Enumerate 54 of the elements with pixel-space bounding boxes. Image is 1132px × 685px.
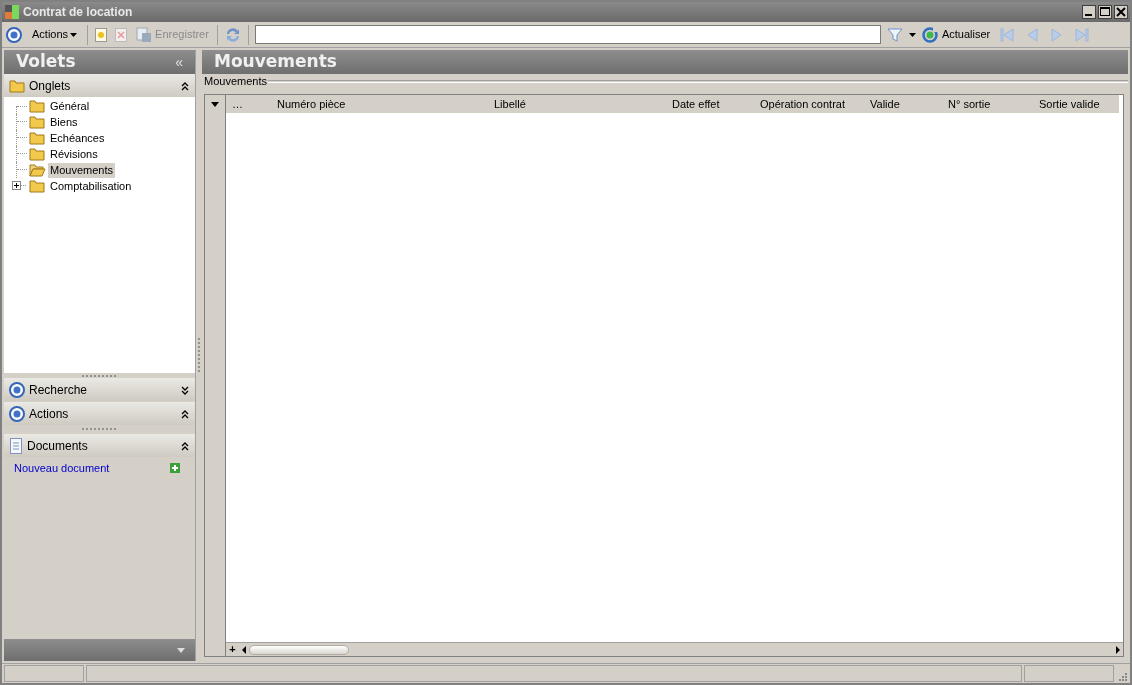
minimize-button[interactable] xyxy=(1082,5,1096,19)
scroll-right-icon[interactable] xyxy=(1113,643,1123,656)
filter-icon[interactable] xyxy=(886,26,903,43)
scroll-thumb[interactable] xyxy=(249,644,349,655)
new-document-icon[interactable] xyxy=(94,27,109,42)
column-header[interactable]: Valide xyxy=(864,95,942,113)
app-menu-icon[interactable] xyxy=(6,26,22,43)
new-document-link[interactable]: Nouveau document xyxy=(14,459,110,477)
resize-grip-icon[interactable] xyxy=(1116,670,1128,682)
tree-item[interactable]: Mouvements xyxy=(48,162,115,178)
column-header[interactable]: Date effet xyxy=(666,95,754,113)
section-header[interactable]: Documents xyxy=(4,434,195,457)
search-field[interactable] xyxy=(254,25,881,44)
document-icon xyxy=(9,437,23,454)
group-label: Mouvements xyxy=(203,73,268,89)
folder-icon xyxy=(9,77,25,94)
actions-menu[interactable]: Actions xyxy=(28,24,82,45)
panel-title: Volets xyxy=(16,50,76,74)
folder-icon xyxy=(29,178,46,194)
ring-icon xyxy=(9,405,25,422)
caret-icon[interactable] xyxy=(908,32,916,37)
window-title: Contrat de location xyxy=(23,4,133,21)
column-header[interactable]: Libellé xyxy=(488,95,666,113)
folder-icon xyxy=(29,146,46,162)
caret-icon[interactable] xyxy=(211,101,219,107)
page-title: Mouvements xyxy=(214,50,337,74)
refresh-button[interactable]: Actualiser xyxy=(921,24,991,45)
tree-item[interactable]: Echéances xyxy=(48,130,107,146)
section-header[interactable]: Recherche xyxy=(4,378,195,401)
add-icon[interactable] xyxy=(170,463,180,473)
tree-item[interactable]: Révisions xyxy=(48,146,100,162)
column-header[interactable]: … xyxy=(226,95,271,113)
splitter-grip[interactable] xyxy=(81,427,118,430)
section-header[interactable]: Actions xyxy=(4,402,195,425)
ring-icon xyxy=(9,381,25,398)
section-header[interactable]: Onglets xyxy=(4,74,195,97)
maximize-button[interactable] xyxy=(1098,5,1112,19)
add-row-button[interactable]: + xyxy=(226,643,239,656)
folder-icon xyxy=(29,130,46,146)
splitter-grip[interactable] xyxy=(81,374,118,377)
save-icon xyxy=(136,26,153,43)
folder-icon xyxy=(29,114,46,130)
app-icon xyxy=(4,4,20,20)
column-header[interactable]: N° sortie xyxy=(942,95,1033,113)
tree-item[interactable]: Biens xyxy=(48,114,80,130)
column-header[interactable]: Sortie valide xyxy=(1033,95,1113,113)
tree-item[interactable]: Général xyxy=(48,98,92,114)
open-folder-icon xyxy=(29,162,46,178)
tree-item[interactable]: Comptabilisation xyxy=(48,178,134,194)
column-header[interactable]: Opération contrat xyxy=(754,95,864,113)
close-button[interactable] xyxy=(1114,5,1128,19)
caret-icon xyxy=(70,32,78,37)
column-header[interactable]: Numéro pièce xyxy=(271,95,488,113)
refresh-icon xyxy=(921,26,938,43)
